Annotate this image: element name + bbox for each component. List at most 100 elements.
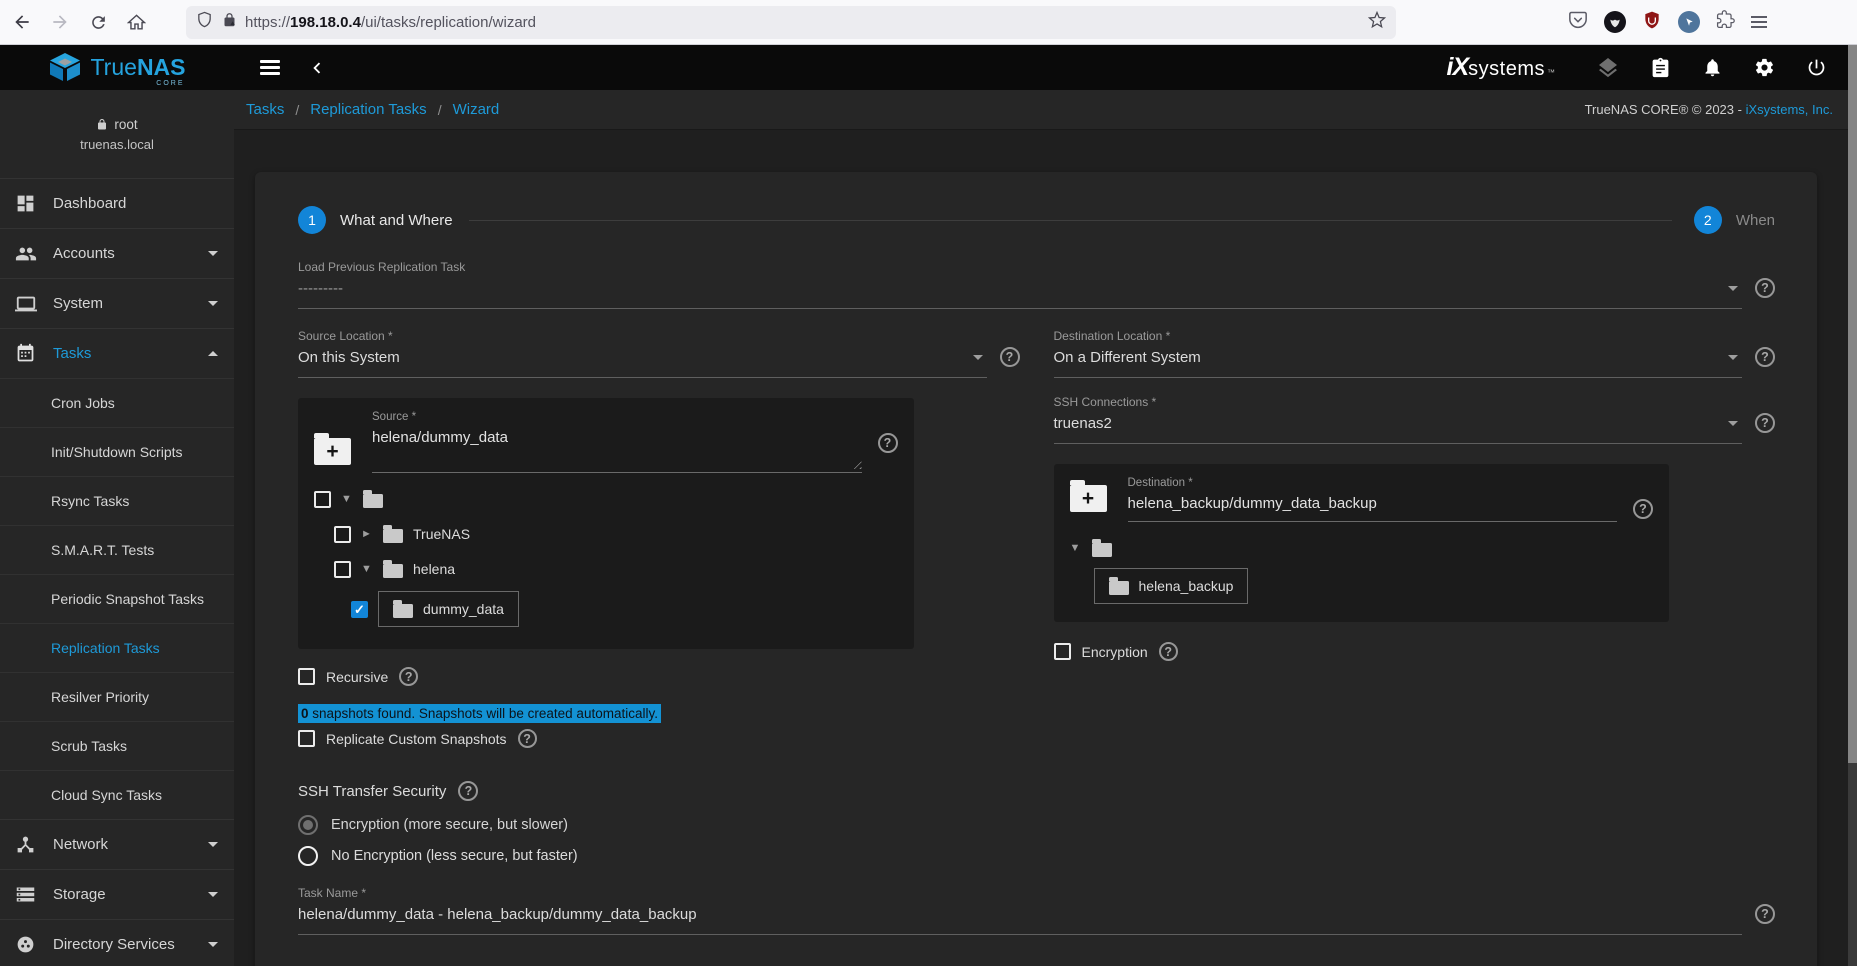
help-icon[interactable]: [518, 729, 537, 748]
sidebar-item-system[interactable]: System: [0, 278, 234, 328]
sidebar-item-resilver-priority[interactable]: Resilver Priority: [0, 672, 234, 721]
truenas-logo[interactable]: TrueNAS CORE: [0, 52, 234, 83]
breadcrumb-separator: /: [284, 102, 310, 118]
destination-location-select[interactable]: On a Different System: [1054, 346, 1743, 378]
tree-expanded-icon[interactable]: ▼: [341, 493, 353, 505]
settings-gear-icon[interactable]: [1751, 55, 1777, 81]
directory-services-icon: [15, 934, 37, 956]
url-bar[interactable]: https://198.18.0.4/ui/tasks/replication/…: [186, 6, 1396, 39]
scrollbar-thumb[interactable]: [1848, 45, 1857, 763]
checkbox-checked[interactable]: [351, 601, 368, 618]
help-icon[interactable]: [1755, 904, 1775, 924]
tree-row-root[interactable]: ▼: [314, 490, 898, 508]
tree-expanded-icon[interactable]: ▼: [1070, 542, 1082, 554]
checkbox[interactable]: [334, 526, 351, 543]
cursor-extension-icon[interactable]: [1678, 11, 1700, 33]
ssh-connections-select[interactable]: truenas2: [1054, 412, 1743, 444]
task-name-input[interactable]: helena/dummy_data - helena_backup/dummy_…: [298, 903, 1742, 935]
encryption-checkbox[interactable]: [1054, 643, 1071, 660]
sidebar: root truenas.local Dashboard Accounts Sy…: [0, 90, 234, 966]
selected-dataset-chip[interactable]: dummy_data: [378, 591, 519, 627]
sidebar-item-scrub-tasks[interactable]: Scrub Tasks: [0, 721, 234, 770]
replicate-custom-row: Replicate Custom Snapshots: [298, 729, 1020, 748]
selected-dataset-chip[interactable]: helena_backup: [1094, 568, 1249, 604]
sidebar-item-smart-tests[interactable]: S.M.A.R.T. Tests: [0, 525, 234, 574]
power-icon[interactable]: [1803, 55, 1829, 81]
breadcrumb-separator: /: [427, 102, 453, 118]
step-2-circle[interactable]: 2: [1694, 206, 1722, 234]
help-icon[interactable]: [1000, 347, 1020, 367]
breadcrumb-replication-tasks[interactable]: Replication Tasks: [310, 101, 426, 118]
sidebar-item-rsync-tasks[interactable]: Rsync Tasks: [0, 476, 234, 525]
resize-handle-icon[interactable]: [850, 457, 862, 469]
destination-column: Destination Location * On a Different Sy…: [1054, 329, 1776, 866]
checkbox[interactable]: [334, 561, 351, 578]
chevron-down-icon: [208, 892, 218, 897]
add-dataset-icon[interactable]: [1070, 485, 1107, 512]
browser-home-icon[interactable]: [120, 6, 152, 38]
help-icon[interactable]: [1633, 499, 1653, 519]
sidebar-item-replication-tasks[interactable]: Replication Tasks: [0, 623, 234, 672]
help-icon[interactable]: [399, 667, 418, 686]
folder-icon: [383, 564, 403, 578]
wizard-card: 1 What and Where 2 When Load Previous Re…: [255, 172, 1817, 966]
sidebar-item-cron-jobs[interactable]: Cron Jobs: [0, 378, 234, 427]
help-icon[interactable]: [1755, 278, 1775, 298]
ix-trademark: ™: [1547, 68, 1555, 77]
browser-reload-icon[interactable]: [82, 6, 114, 38]
pocket-icon[interactable]: [1568, 10, 1588, 35]
destination-input[interactable]: Destination * helena_backup/dummy_data_b…: [1128, 477, 1618, 522]
breadcrumb-wizard[interactable]: Wizard: [453, 101, 500, 118]
help-icon[interactable]: [458, 781, 478, 801]
encryption-radio[interactable]: [298, 815, 318, 835]
sidebar-item-periodic-snapshot-tasks[interactable]: Periodic Snapshot Tasks: [0, 574, 234, 623]
tree-row-truenas[interactable]: ► TrueNAS: [334, 525, 898, 543]
tree-collapsed-icon[interactable]: ►: [361, 528, 373, 540]
tracking-shield-icon[interactable]: [196, 11, 213, 33]
sidebar-item-network[interactable]: Network: [0, 819, 234, 869]
help-icon[interactable]: [878, 433, 898, 453]
load-previous-select[interactable]: ---------: [298, 277, 1742, 309]
sidebar-item-tasks[interactable]: Tasks: [0, 328, 234, 378]
step-1-circle[interactable]: 1: [298, 206, 326, 234]
browser-menu-icon[interactable]: [1751, 13, 1767, 31]
ixsystems-link[interactable]: iXsystems, Inc.: [1746, 102, 1833, 117]
extensions-puzzle-icon[interactable]: [1716, 10, 1735, 34]
task-manager-icon[interactable]: [1647, 55, 1673, 81]
browser-back-icon[interactable]: [6, 6, 38, 38]
replicate-custom-checkbox[interactable]: [298, 730, 315, 747]
help-icon[interactable]: [1755, 347, 1775, 367]
sidenav-toggle-icon[interactable]: [260, 57, 280, 79]
help-icon[interactable]: [1755, 413, 1775, 433]
no-encryption-radio[interactable]: [298, 846, 318, 866]
truecommand-icon[interactable]: [1595, 55, 1621, 81]
sidebar-item-dashboard[interactable]: Dashboard: [0, 178, 234, 228]
collapse-chevron-icon[interactable]: [306, 57, 328, 79]
ixsystems-logo: iX systems ™: [1447, 53, 1555, 82]
mask-extension-icon[interactable]: [1604, 11, 1626, 33]
truenas-logo-text: TrueNAS CORE: [90, 56, 185, 79]
source-input[interactable]: Source * helena/dummy_data: [372, 411, 862, 473]
lock-warning-icon[interactable]: [222, 12, 237, 33]
tree-row-helena[interactable]: ▼ helena: [334, 560, 898, 578]
sidebar-item-init-shutdown-scripts[interactable]: Init/Shutdown Scripts: [0, 427, 234, 476]
help-icon[interactable]: [1159, 642, 1178, 661]
sidebar-item-storage[interactable]: Storage: [0, 869, 234, 919]
tree-row-root[interactable]: ▼: [1070, 539, 1654, 557]
tree-row-helena-backup[interactable]: helena_backup: [1094, 568, 1654, 604]
recursive-checkbox[interactable]: [298, 668, 315, 685]
browser-forward-icon[interactable]: [44, 6, 76, 38]
breadcrumb-tasks[interactable]: Tasks: [246, 101, 284, 118]
add-dataset-icon[interactable]: [314, 438, 351, 465]
checkbox[interactable]: [314, 491, 331, 508]
sidebar-item-directory-services[interactable]: Directory Services: [0, 919, 234, 966]
sidebar-item-accounts[interactable]: Accounts: [0, 228, 234, 278]
sidebar-item-cloud-sync-tasks[interactable]: Cloud Sync Tasks: [0, 770, 234, 819]
alerts-bell-icon[interactable]: [1699, 55, 1725, 81]
source-location-select[interactable]: On this System: [298, 346, 987, 378]
page-scrollbar[interactable]: [1848, 45, 1857, 966]
bookmark-star-icon[interactable]: [1368, 11, 1386, 34]
tree-row-dummy-data[interactable]: dummy_data: [351, 591, 898, 627]
ublock-icon[interactable]: [1642, 10, 1662, 35]
tree-expanded-icon[interactable]: ▼: [361, 563, 373, 575]
